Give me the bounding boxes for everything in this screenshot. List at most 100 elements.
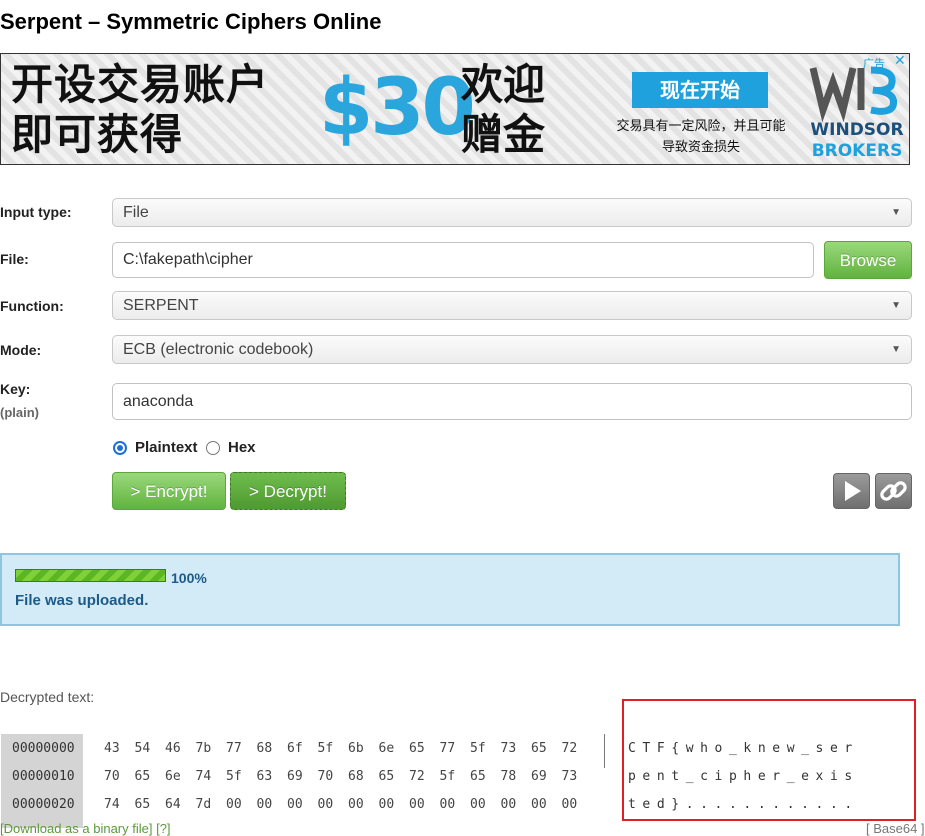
progress-bar — [15, 569, 166, 582]
permalink-button[interactable] — [875, 473, 912, 509]
hex-byte: 00 — [561, 797, 578, 812]
status-message: File was uploaded. — [15, 592, 149, 609]
hex-byte: 69 — [287, 769, 303, 784]
hex-byte: 6f — [287, 741, 303, 756]
hex-byte: 65 — [470, 769, 486, 784]
hex-byte: 70 — [104, 769, 120, 784]
mode-select[interactable]: ECB (electronic codebook) ▼ — [112, 335, 912, 364]
hex-byte: 72 — [561, 741, 578, 756]
hex-byte: 77 — [226, 741, 242, 756]
hex-byte: 68 — [348, 769, 364, 784]
ad-headline-line2: 即可获得 — [11, 110, 184, 159]
hex-byte: 7d — [195, 797, 212, 812]
hex-byte: 00 — [409, 797, 425, 812]
ad-choice-label[interactable]: 广告 — [863, 55, 885, 71]
hex-byte: 72 — [409, 769, 425, 784]
browse-button[interactable]: Browse — [824, 241, 912, 279]
hex-byte: 65 — [531, 741, 547, 756]
ad-banner[interactable]: 开设交易账户 即可获得 $30 欢迎 赠金 现在开始 交易具有一定风险，并且可能… — [0, 53, 910, 165]
hex-byte: 00 — [378, 797, 395, 812]
plaintext-radio[interactable] — [113, 441, 127, 455]
hex-byte: 74 — [195, 769, 212, 784]
hex-byte: 00 — [348, 797, 364, 812]
encrypt-button[interactable]: > Encrypt! — [112, 472, 226, 510]
input-type-label: Input type: — [0, 204, 72, 220]
hex-byte: 73 — [500, 741, 517, 756]
hex-byte: 00 — [256, 797, 273, 812]
ad-bonus: 欢迎 赠金 — [461, 60, 545, 160]
ad-risk-line1: 交易具有一定风险，并且可能 — [616, 119, 786, 134]
ad-bonus-line1: 欢迎 — [461, 60, 546, 109]
key-label: Key: — [0, 381, 31, 397]
hex-bytes-row: 74 65 64 7d 00 00 00 00 00 00 00 00 00 00 00 00 — [104, 797, 592, 812]
hex-byte: 78 — [500, 769, 517, 784]
hex-byte: 65 — [134, 769, 151, 784]
hex-byte: 77 — [439, 741, 456, 756]
hex-byte: 54 — [134, 741, 151, 756]
hex-byte: 5f — [317, 741, 334, 756]
file-label: File: — [0, 251, 29, 267]
function-select[interactable]: SERPENT ▼ — [112, 291, 912, 320]
status-panel: 100% File was uploaded. — [0, 553, 900, 626]
mode-label: Mode: — [0, 342, 42, 358]
chevron-down-icon: ▼ — [891, 344, 901, 355]
mode-value: ECB (electronic codebook) — [123, 341, 314, 358]
hex-bytes-row: 70 65 6e 74 5f 63 69 70 68 65 72 5f 65 78 69 73 — [104, 769, 592, 784]
progress-fill — [16, 570, 165, 581]
hex-byte: 00 — [226, 797, 242, 812]
hex-byte: 6e — [165, 769, 181, 784]
ad-risk-line2: 导致资金损失 — [661, 140, 740, 155]
hex-offset: 00000020 — [12, 797, 75, 812]
ad-headline-line1: 开设交易账户 — [11, 60, 270, 109]
hex-byte: 5f — [226, 769, 242, 784]
play-icon — [845, 481, 861, 501]
hex-byte: 00 — [439, 797, 456, 812]
hex-byte: 74 — [104, 797, 120, 812]
hex-offset: 00000010 — [12, 769, 75, 784]
key-format-label[interactable]: (plain) — [0, 405, 39, 420]
base64-link[interactable]: [ Base64 ] — [866, 821, 925, 836]
hex-byte: 65 — [378, 769, 395, 784]
hex-byte: 00 — [531, 797, 547, 812]
hex-bytes-row: 43 54 46 7b 77 68 6f 5f 6b 6e 65 77 5f 73 65 72 — [104, 741, 592, 756]
chevron-down-icon: ▼ — [891, 207, 901, 218]
input-type-select[interactable]: File ▼ — [112, 198, 912, 227]
chevron-down-icon: ▼ — [891, 300, 901, 311]
hex-byte: 65 — [409, 741, 425, 756]
hex-byte: 43 — [104, 741, 120, 756]
hex-byte: 65 — [134, 797, 151, 812]
hex-radio[interactable] — [206, 441, 220, 455]
result-label: Decrypted text: — [0, 689, 95, 705]
decrypt-button[interactable]: > Decrypt! — [230, 472, 346, 510]
ad-close-icon[interactable]: ✕ — [894, 54, 906, 69]
key-field[interactable]: anaconda — [112, 383, 912, 420]
input-type-value: File — [123, 204, 149, 221]
hex-byte: 64 — [165, 797, 181, 812]
hex-byte: 68 — [256, 741, 273, 756]
progress-percent: 100% — [171, 570, 207, 586]
plaintext-radio-label[interactable]: Plaintext — [135, 439, 198, 456]
hex-byte: 00 — [470, 797, 486, 812]
hex-byte: 00 — [317, 797, 334, 812]
hex-byte: 6b — [348, 741, 364, 756]
play-button[interactable] — [833, 473, 870, 509]
file-path-field[interactable]: C:\fakepath\cipher — [112, 242, 814, 278]
hex-byte: 46 — [165, 741, 181, 756]
hex-byte: 63 — [256, 769, 273, 784]
ad-amount: $30 — [319, 63, 476, 153]
ad-cta-button[interactable]: 现在开始 — [632, 72, 768, 108]
hex-byte: 7b — [195, 741, 212, 756]
download-binary-link[interactable]: [Download as a binary file] [?] — [0, 821, 171, 836]
hex-byte: 70 — [317, 769, 334, 784]
hex-byte: 00 — [500, 797, 517, 812]
ad-bonus-line2: 赠金 — [461, 110, 546, 159]
hex-byte: 6e — [378, 741, 395, 756]
hex-byte: 5f — [470, 741, 486, 756]
ad-brand: WINDSOR BROKERS — [809, 120, 905, 162]
hex-byte: 69 — [531, 769, 547, 784]
hex-byte: 5f — [439, 769, 456, 784]
hex-offset: 00000000 — [12, 741, 75, 756]
hex-radio-label[interactable]: Hex — [228, 439, 256, 456]
ad-brand-line1: WINDSOR — [810, 120, 904, 140]
highlight-box — [622, 699, 916, 821]
